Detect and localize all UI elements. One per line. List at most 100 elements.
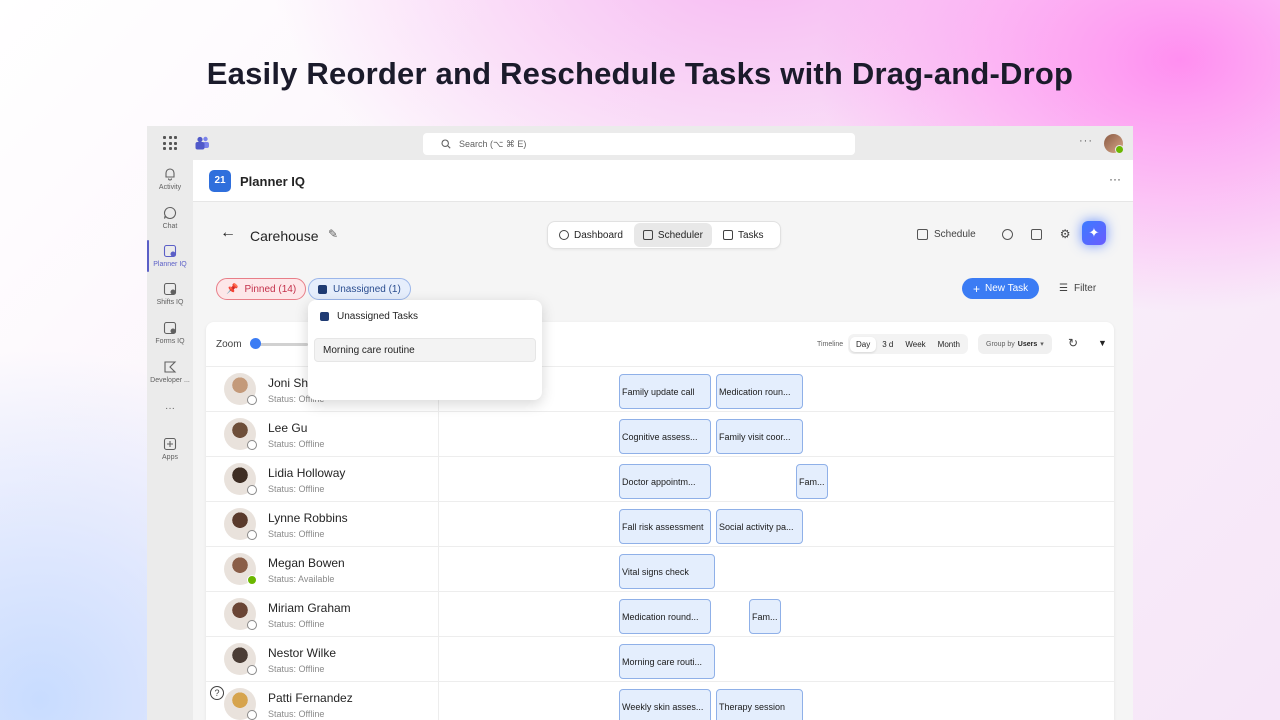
rail-item-forms-iq[interactable]: Forms IQ (147, 321, 193, 345)
tab-scheduler[interactable]: Scheduler (633, 223, 712, 247)
search-input[interactable]: Search (⌥ ⌘ E) (423, 133, 855, 155)
groupby-label: Group by (986, 340, 1015, 348)
tab-label: Tasks (737, 229, 764, 241)
settings-gear-icon[interactable]: ⚙ (1060, 227, 1071, 241)
planner-iq-icon (163, 244, 177, 258)
filter-icon: ☰ (1059, 283, 1068, 294)
tab-tasks[interactable]: Tasks (714, 223, 773, 247)
more-options-icon[interactable]: ··· (1079, 135, 1093, 147)
new-task-label: New Task (985, 283, 1029, 294)
task-card[interactable]: Weekly skin asses... (619, 689, 711, 720)
table-row: Miriam Graham Status: Offline Medication r… (206, 591, 1114, 636)
task-card[interactable]: Cognitive assess... (619, 419, 711, 454)
unassigned-task-item[interactable]: Morning care routine (314, 338, 536, 362)
rail-label: Developer ... (150, 377, 190, 384)
copilot-sparkle-icon[interactable]: ✦ (1082, 221, 1106, 245)
rail-item-developer[interactable]: Developer ... (147, 360, 193, 384)
rail-more-icon[interactable]: ··· (147, 403, 193, 414)
add-apps-icon (163, 437, 177, 451)
rail-label: Forms IQ (155, 338, 185, 345)
groupby-dropdown[interactable]: Group by Users ▾ (978, 334, 1052, 354)
export-icon[interactable] (1001, 228, 1013, 240)
user-name: Megan Bowen (268, 556, 345, 570)
filter-button[interactable]: ☰ Filter (1059, 283, 1096, 294)
rail-item-apps[interactable]: Apps (147, 437, 193, 461)
table-row: Megan Bowen Status: Available Vital signs … (206, 546, 1114, 591)
edit-pencil-icon[interactable]: ✎ (328, 227, 338, 241)
tab-dashboard[interactable]: Dashboard (550, 223, 632, 247)
table-row: Lidia Holloway Status: Offline Doctor appo… (206, 456, 1114, 501)
app-launcher-icon[interactable] (163, 136, 177, 150)
zoom-slider-thumb[interactable] (250, 338, 261, 349)
table-row: Lee Gu Status: Offline Cognitive assess...… (206, 411, 1114, 456)
app-header: 21 Planner IQ ··· (193, 160, 1133, 202)
user-status: Status: Offline (268, 484, 325, 494)
task-card[interactable]: Morning care routi... (619, 644, 715, 679)
user-rows: Joni Sh Status: Offline Family update call… (206, 366, 1114, 720)
task-card[interactable]: Family visit coor... (716, 419, 803, 454)
bell-icon (165, 168, 175, 181)
presence-badge (247, 575, 257, 585)
task-card[interactable]: Medication round... (619, 599, 711, 634)
groupby-value: Users (1017, 340, 1038, 348)
task-card[interactable]: Fam... (796, 464, 828, 499)
unassigned-filter-pill[interactable]: Unassigned (1) (308, 278, 411, 300)
notes-icon[interactable] (1030, 228, 1042, 240)
help-icon[interactable]: ? (210, 686, 224, 700)
task-card[interactable]: Social activity pa... (716, 509, 803, 544)
timeline-month[interactable]: Month (932, 337, 966, 352)
rail-label: Planner IQ (153, 261, 187, 268)
collapse-caret-icon[interactable]: ▼ (1098, 338, 1107, 348)
schedule-button[interactable]: Schedule (934, 229, 976, 240)
user-status: Status: Offline (268, 619, 325, 629)
unassigned-icon (318, 284, 327, 294)
teams-rail: Activity Chat Planner IQ Shifts IQ Forms… (147, 160, 193, 720)
tab-label: Dashboard (574, 229, 623, 241)
forms-icon (163, 321, 177, 335)
user-name: Lee Gu (268, 421, 308, 435)
teams-logo-icon (195, 136, 209, 150)
tab-label: Scheduler (657, 229, 703, 241)
app-more-icon[interactable]: ··· (1109, 172, 1121, 186)
task-card[interactable]: Fall risk assessment (619, 509, 711, 544)
tasks-grid-icon (722, 230, 733, 240)
task-card[interactable]: Family update call (619, 374, 711, 409)
chevron-down-icon: ▾ (1040, 341, 1044, 348)
task-card[interactable]: Doctor appointm... (619, 464, 711, 499)
back-arrow-icon[interactable]: ← (220, 224, 236, 242)
developer-icon (164, 361, 177, 373)
rail-item-chat[interactable]: Chat (147, 206, 193, 230)
timeline-week[interactable]: Week (899, 337, 931, 352)
task-card[interactable]: Fam... (749, 599, 781, 634)
user-status: Status: Offline (268, 664, 325, 674)
presence-badge (247, 710, 257, 720)
refresh-icon[interactable]: ↻ (1068, 336, 1078, 350)
search-placeholder: Search (⌥ ⌘ E) (459, 138, 527, 149)
user-name: Miriam Graham (268, 601, 351, 615)
timeline-3d[interactable]: 3 d (876, 337, 899, 352)
filter-label: Filter (1073, 283, 1097, 294)
chat-icon (163, 206, 177, 220)
rail-item-activity[interactable]: Activity (147, 167, 193, 191)
task-card[interactable]: Therapy session (716, 689, 803, 720)
header-tools: Schedule ⚙ (917, 227, 1070, 241)
teams-window: Search (⌥ ⌘ E) ··· Activity Chat Planner… (147, 126, 1133, 720)
task-card[interactable]: Vital signs check (619, 554, 715, 589)
rail-label: Apps (162, 454, 178, 461)
timeline-day[interactable]: Day (850, 336, 877, 352)
rail-item-shifts-iq[interactable]: Shifts IQ (147, 282, 193, 306)
app-title: Planner IQ (240, 174, 306, 189)
table-row: Lynne Robbins Status: Offline Fall risk as… (206, 501, 1114, 546)
popup-title-text: Unassigned Tasks (337, 311, 418, 322)
zoom-label: Zoom (216, 339, 242, 350)
unassigned-icon (320, 312, 329, 321)
headline: Easily Reorder and Reschedule Tasks with… (206, 56, 1074, 91)
view-switcher: Dashboard Scheduler Tasks (547, 221, 781, 249)
user-avatar[interactable] (1104, 134, 1124, 154)
scheduler-icon (642, 230, 653, 240)
pinned-filter-pill[interactable]: 📌 Pinned (14) (216, 278, 307, 300)
rail-item-planner-iq[interactable]: Planner IQ (147, 244, 193, 268)
new-task-button[interactable]: + New Task (962, 278, 1040, 299)
rail-label: Shifts IQ (156, 299, 184, 306)
task-card[interactable]: Medication roun... (716, 374, 803, 409)
